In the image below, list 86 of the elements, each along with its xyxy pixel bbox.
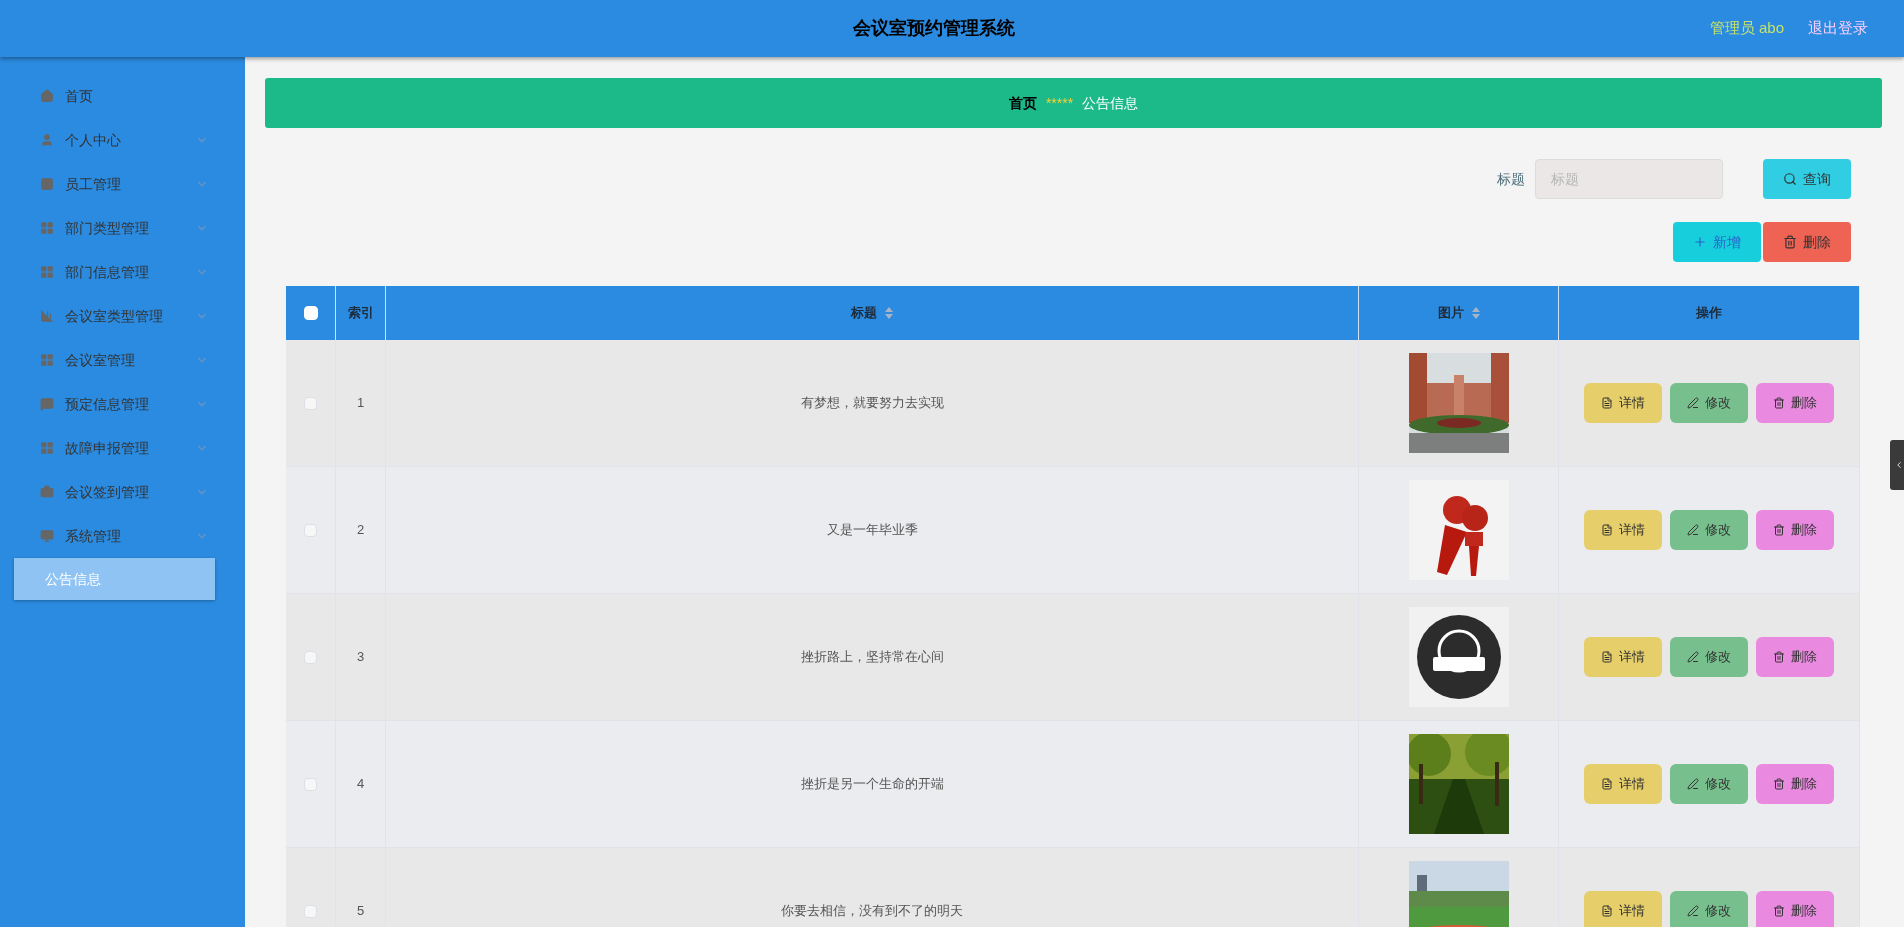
trash-icon <box>1773 778 1785 790</box>
add-button[interactable]: 新增 <box>1673 222 1761 262</box>
delete-button[interactable]: 删除 <box>1756 891 1834 927</box>
pencil-icon <box>1687 778 1699 790</box>
row-checkbox[interactable] <box>304 523 317 537</box>
edit-button[interactable]: 修改 <box>1670 510 1748 550</box>
chat-icon <box>40 397 54 411</box>
trash-icon <box>1783 235 1797 249</box>
sidebar-item[interactable]: 个人中心 <box>0 118 245 162</box>
grid-icon <box>40 441 54 455</box>
sidebar-item[interactable]: 部门信息管理 <box>0 250 245 294</box>
sidebar-item[interactable]: 系统管理 <box>0 514 245 558</box>
edit-button[interactable]: 修改 <box>1670 764 1748 804</box>
document-icon <box>1601 778 1613 790</box>
row-checkbox[interactable] <box>304 777 317 791</box>
delete-button[interactable]: 删除 <box>1756 637 1834 677</box>
trash-icon <box>1773 524 1785 536</box>
index-cell-text: 2 <box>356 521 365 540</box>
document-icon <box>1601 905 1613 917</box>
title-cell-text: 挫折路上，坚持常在心间 <box>800 648 944 667</box>
grid-icon <box>40 265 54 279</box>
column-header: 操作 <box>1696 304 1722 323</box>
delete-button[interactable]: 删除 <box>1756 764 1834 804</box>
title-cell-text: 有梦想，就要努力去实现 <box>800 394 944 413</box>
sidebar-item[interactable]: 会议签到管理 <box>0 470 245 514</box>
column-header[interactable]: 图片 <box>1437 303 1464 323</box>
pencil-icon <box>1687 397 1699 409</box>
select-all-checkbox[interactable] <box>303 306 318 320</box>
home-icon <box>40 89 54 103</box>
sort-icon <box>885 307 893 319</box>
column-header: 索引 <box>347 304 374 323</box>
detail-button[interactable]: 详情 <box>1584 510 1662 550</box>
title-cell-text: 挫折是另一个生命的开端 <box>800 775 944 794</box>
sort-icon <box>1471 307 1480 319</box>
edit-button[interactable]: 修改 <box>1670 891 1748 927</box>
row-checkbox[interactable] <box>304 904 317 918</box>
detail-button[interactable]: 详情 <box>1584 764 1662 804</box>
monitor-icon <box>40 529 54 543</box>
edit-button[interactable]: 修改 <box>1670 383 1748 423</box>
edit-button[interactable]: 修改 <box>1670 637 1748 677</box>
document-icon <box>1601 397 1613 409</box>
search-icon <box>1783 172 1797 186</box>
detail-button[interactable]: 详情 <box>1584 637 1662 677</box>
title-cell-text: 你要去相信，没有到不了的明天 <box>781 902 963 921</box>
column-header[interactable]: 标题 <box>851 303 877 323</box>
trash-icon <box>1773 397 1785 409</box>
title-cell-text: 又是一年毕业季 <box>826 521 918 540</box>
collapse-handle[interactable] <box>1890 440 1904 490</box>
delete-button[interactable]: 删除 <box>1756 510 1834 550</box>
row-checkbox[interactable] <box>304 396 317 410</box>
pencil-icon <box>1687 905 1699 917</box>
app-title: 会议室预约管理系统 <box>853 17 1015 40</box>
pencil-icon <box>1687 651 1699 663</box>
sidebar-item[interactable]: 故障申报管理 <box>0 426 245 470</box>
document-icon <box>1601 524 1613 536</box>
document-icon <box>1601 651 1613 663</box>
sidebar-item[interactable]: 预定信息管理 <box>0 382 245 426</box>
delete-button[interactable]: 删除 <box>1763 222 1851 262</box>
search-label: 标题 <box>1497 169 1525 189</box>
search-button[interactable]: 查询 <box>1763 159 1851 199</box>
briefcase-icon <box>40 485 54 499</box>
breadcrumb-separator: ***** <box>1045 93 1074 113</box>
chevron-icon <box>1894 460 1904 470</box>
plus-icon <box>1693 235 1707 249</box>
detail-button[interactable]: 详情 <box>1584 891 1662 927</box>
sidebar-item[interactable]: 员工管理 <box>0 162 245 206</box>
breadcrumb-link[interactable]: 首页 <box>1008 92 1037 114</box>
pencil-icon <box>1687 524 1699 536</box>
breadcrumb-current: 公告信息 <box>1082 93 1139 113</box>
index-cell-text: 1 <box>356 394 365 413</box>
index-cell-text: 4 <box>356 775 365 794</box>
grid-icon <box>40 353 54 367</box>
sidebar-item[interactable]: 会议室类型管理 <box>0 294 245 338</box>
sidebar-item[interactable]: 首页 <box>0 74 245 118</box>
row-checkbox[interactable] <box>304 650 317 664</box>
grid-icon <box>40 221 54 235</box>
delete-button[interactable]: 删除 <box>1756 383 1834 423</box>
index-cell-text: 5 <box>356 902 365 921</box>
trash-icon <box>1773 905 1785 917</box>
sidebar-item[interactable]: 部门类型管理 <box>0 206 245 250</box>
detail-button[interactable]: 详情 <box>1584 383 1662 423</box>
trash-icon <box>1773 651 1785 663</box>
user-icon <box>40 133 54 147</box>
user-name: 管理员 abo <box>1709 18 1784 39</box>
index-cell-text: 3 <box>356 648 365 667</box>
sidebar-item[interactable]: 会议室管理 <box>0 338 245 382</box>
